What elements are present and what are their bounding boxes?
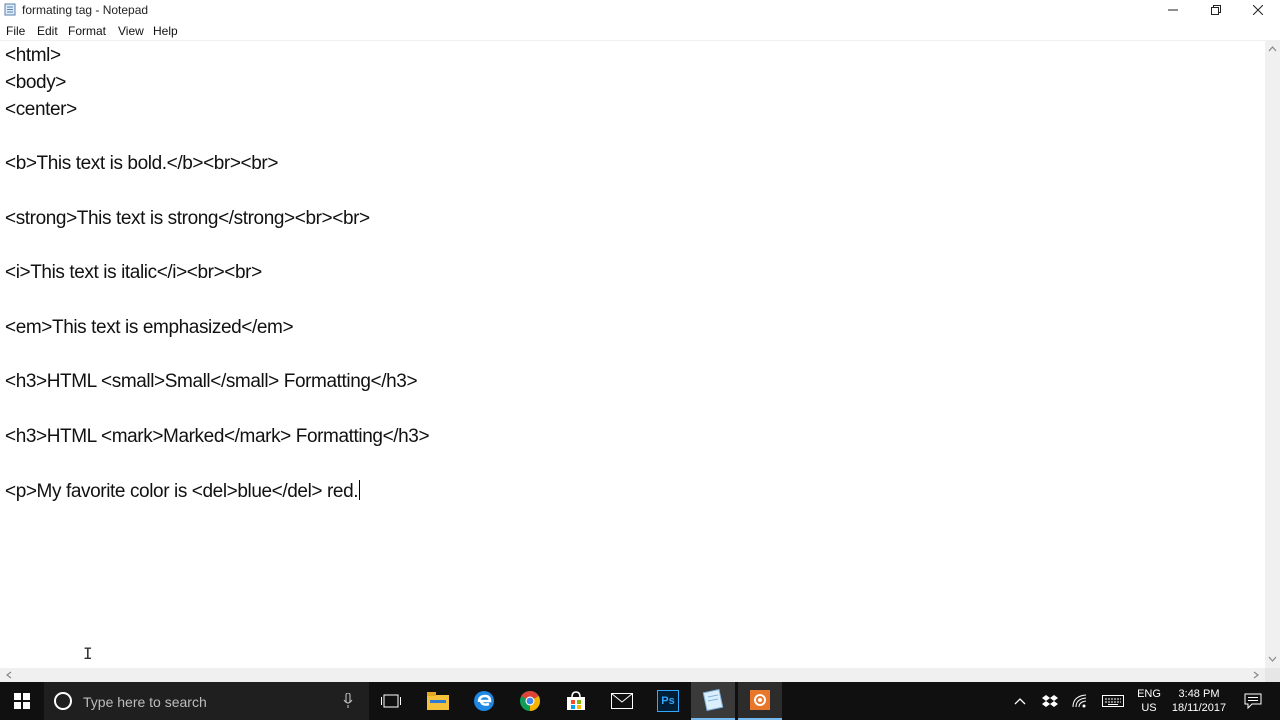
notepad-icon bbox=[4, 3, 16, 16]
text-editor[interactable]: <html> <body> <center> <b>This text is b… bbox=[0, 40, 1265, 669]
photoshop-label: Ps bbox=[661, 695, 675, 707]
microphone-icon[interactable] bbox=[343, 693, 353, 709]
keyboard-layout: US bbox=[1141, 702, 1157, 714]
store-button[interactable] bbox=[555, 682, 597, 720]
notepad-taskbar-icon bbox=[702, 689, 724, 711]
restore-icon bbox=[1211, 5, 1221, 15]
taskbar-search-box[interactable]: Type here to search bbox=[44, 682, 369, 720]
mail-button[interactable] bbox=[601, 682, 643, 720]
scroll-up-icon[interactable] bbox=[1265, 42, 1280, 56]
ibeam-cursor-icon: I bbox=[83, 644, 93, 663]
clock[interactable]: 3:48 PM 18/11/2017 bbox=[1166, 682, 1232, 720]
taskbar: Type here to search Ps ENG US 3:48 PM 18… bbox=[0, 682, 1280, 720]
file-explorer-button[interactable] bbox=[417, 682, 459, 720]
clock-time: 3:48 PM bbox=[1178, 688, 1220, 700]
title-bar: formating tag - Notepad bbox=[0, 0, 1280, 20]
cortana-icon bbox=[54, 692, 72, 710]
recorder-button[interactable] bbox=[738, 682, 782, 720]
editor-line: <em>This text is emphasized</em> bbox=[5, 317, 294, 338]
language-code: ENG bbox=[1137, 688, 1161, 700]
dropbox-tray-button[interactable] bbox=[1040, 682, 1060, 720]
editor-line: <strong>This text is strong</strong><br>… bbox=[5, 208, 370, 229]
close-button[interactable] bbox=[1236, 0, 1280, 20]
task-view-icon bbox=[381, 694, 401, 708]
start-button[interactable] bbox=[0, 682, 44, 720]
mail-icon bbox=[611, 693, 633, 709]
chrome-button[interactable] bbox=[509, 682, 551, 720]
minimize-icon bbox=[1168, 9, 1178, 11]
horizontal-scrollbar[interactable] bbox=[0, 668, 1265, 682]
edge-button[interactable] bbox=[463, 682, 505, 720]
show-hidden-icons-button[interactable] bbox=[1010, 682, 1030, 720]
menu-edit[interactable]: Edit bbox=[37, 24, 58, 38]
dropbox-icon bbox=[1042, 695, 1058, 707]
wifi-tray-button[interactable] bbox=[1070, 682, 1090, 720]
minimize-button[interactable] bbox=[1151, 0, 1195, 20]
scroll-right-icon[interactable] bbox=[1249, 668, 1263, 682]
chevron-up-icon bbox=[1014, 698, 1026, 705]
editor-line: <i>This text is italic</i><br><br> bbox=[5, 262, 262, 283]
notepad-taskbar-button[interactable] bbox=[691, 682, 735, 720]
clock-date: 18/11/2017 bbox=[1171, 702, 1227, 714]
editor-line: <html> bbox=[5, 45, 61, 66]
chrome-icon bbox=[520, 691, 540, 711]
vertical-scrollbar[interactable] bbox=[1265, 40, 1280, 668]
wifi-icon bbox=[1072, 694, 1087, 708]
scroll-left-icon[interactable] bbox=[2, 668, 16, 682]
editor-line-text: <p>My favorite color is <del>blue</del> … bbox=[5, 481, 359, 502]
search-placeholder: Type here to search bbox=[83, 694, 207, 710]
editor-line: <center> bbox=[5, 99, 77, 120]
menu-format[interactable]: Format bbox=[68, 24, 106, 38]
editor-line: <b>This text is bold.</b><br><br> bbox=[5, 153, 279, 174]
keyboard-icon bbox=[1102, 695, 1124, 707]
file-explorer-icon bbox=[427, 692, 449, 710]
window-title: formating tag - Notepad bbox=[22, 3, 149, 17]
language-indicator[interactable]: ENG US bbox=[1134, 682, 1164, 720]
text-caret bbox=[359, 480, 361, 500]
photoshop-icon: Ps bbox=[657, 690, 679, 712]
close-icon bbox=[1253, 5, 1263, 15]
scrollbar-corner bbox=[1265, 668, 1280, 682]
menu-bar: File Edit Format View Help bbox=[0, 21, 1280, 40]
editor-line: <h3>HTML <mark>Marked</mark> Formatting<… bbox=[5, 426, 430, 447]
task-view-button[interactable] bbox=[370, 682, 412, 720]
restore-button[interactable] bbox=[1194, 0, 1238, 20]
scroll-down-icon[interactable] bbox=[1265, 652, 1280, 666]
editor-line: <body> bbox=[5, 72, 66, 93]
editor-line: <h3>HTML <small>Small</small> Formatting… bbox=[5, 371, 418, 392]
store-icon bbox=[567, 691, 585, 710]
menu-file[interactable]: File bbox=[6, 24, 25, 38]
keyboard-tray-button[interactable] bbox=[1100, 682, 1126, 720]
windows-start-icon bbox=[14, 693, 30, 709]
recorder-icon bbox=[750, 690, 770, 710]
menu-view[interactable]: View bbox=[118, 24, 144, 38]
action-center-button[interactable] bbox=[1238, 682, 1268, 720]
photoshop-button[interactable]: Ps bbox=[647, 682, 689, 720]
notification-icon bbox=[1244, 693, 1262, 709]
edge-icon bbox=[474, 691, 494, 711]
menu-help[interactable]: Help bbox=[153, 24, 178, 38]
editor-line-last: <p>My favorite color is <del>blue</del> … bbox=[5, 480, 361, 503]
